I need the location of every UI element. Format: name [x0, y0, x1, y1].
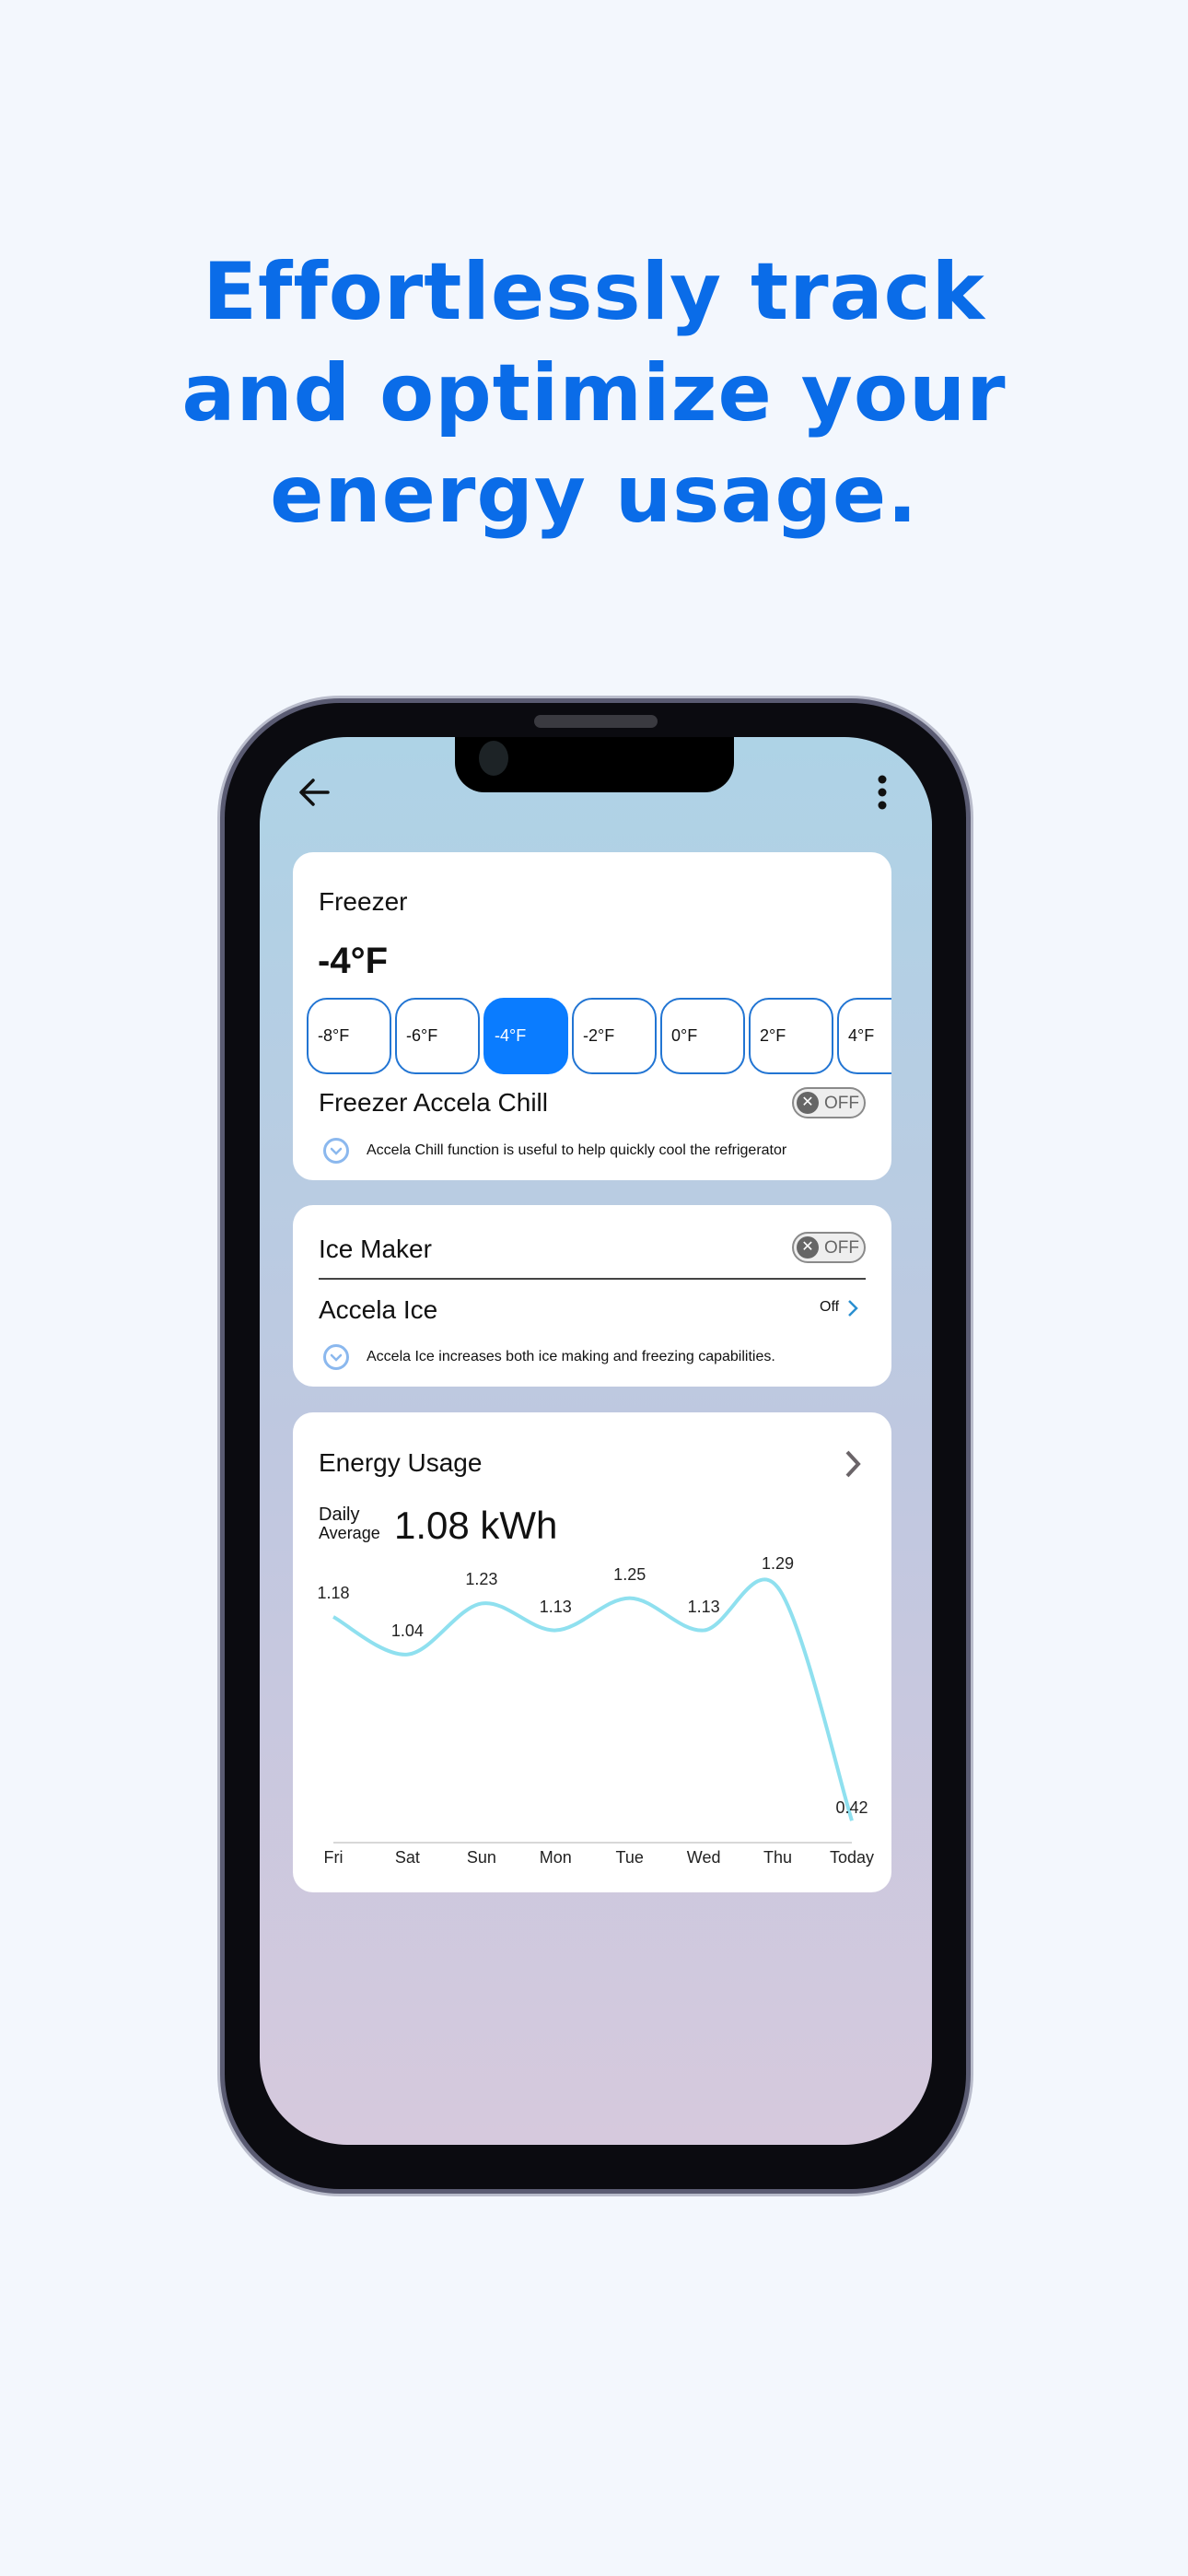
temp-option[interactable]: 2°F: [749, 998, 833, 1074]
ice-maker-toggle[interactable]: ✕ OFF: [792, 1232, 866, 1263]
divider: [319, 1278, 866, 1280]
x-tick-label: Sat: [394, 1848, 420, 1867]
chevron-down-circle-icon[interactable]: [323, 1344, 349, 1370]
headline-line-3: energy usage.: [270, 449, 918, 541]
temp-selector: -8°F -6°F -4°F -2°F 0°F 2°F 4°F: [293, 990, 891, 1083]
data-label: 1.18: [317, 1584, 350, 1602]
x-tick-label: Thu: [763, 1848, 793, 1867]
chevron-right-icon[interactable]: [842, 1448, 864, 1480]
x-tick-label: Mon: [539, 1848, 572, 1867]
chevron-right-icon[interactable]: [845, 1297, 860, 1319]
accela-chill-label: Freezer Accela Chill: [319, 1088, 548, 1117]
temp-option[interactable]: -2°F: [572, 998, 657, 1074]
temp-option[interactable]: 0°F: [660, 998, 745, 1074]
data-label: 1.04: [390, 1621, 424, 1640]
headline-line-1: Effortlessly track: [203, 246, 985, 338]
phone-mute-switch: [217, 1000, 225, 1055]
data-label: 1.23: [465, 1570, 498, 1589]
data-label: 1.25: [613, 1564, 646, 1584]
daily-label: Daily Average: [319, 1505, 380, 1542]
x-tick-label: Today: [829, 1848, 875, 1867]
freezer-title: Freezer: [319, 887, 408, 916]
accela-chill-toggle[interactable]: ✕ OFF: [792, 1087, 866, 1118]
accela-ice-label: Accela Ice: [319, 1295, 438, 1324]
x-tick-label: Fri: [323, 1848, 344, 1867]
temp-option[interactable]: -8°F: [307, 998, 391, 1074]
daily-label-line-2: Average: [319, 1524, 380, 1542]
ice-maker-label: Ice Maker: [319, 1235, 432, 1263]
toggle-state: OFF: [824, 1238, 859, 1258]
daily-average-value: 1.08 kWh: [394, 1504, 558, 1547]
back-arrow-icon[interactable]: [297, 774, 333, 811]
phone-volume-down: [217, 1248, 225, 1359]
x-tick-label: Tue: [615, 1848, 644, 1867]
toggle-state: OFF: [824, 1094, 859, 1113]
accela-ice-hint: Accela Ice increases both ice making and…: [367, 1349, 775, 1364]
headline-line-2: and optimize your: [181, 347, 1007, 439]
phone-speaker: [534, 715, 658, 728]
x-icon: ✕: [797, 1092, 819, 1114]
x-icon: ✕: [797, 1236, 819, 1259]
energy-title: Energy Usage: [319, 1448, 483, 1477]
kebab-menu-icon[interactable]: [873, 772, 891, 813]
phone-power-button: [966, 1147, 973, 1317]
freezer-current-temp: -4°F: [318, 941, 388, 981]
energy-card: [293, 1412, 891, 1892]
phone-camera: [479, 741, 508, 776]
accela-chill-hint: Accela Chill function is useful to help …: [367, 1142, 787, 1158]
x-tick-label: Sun: [466, 1848, 496, 1867]
daily-label-line-1: Daily: [319, 1505, 360, 1525]
x-tick-label: Wed: [686, 1848, 721, 1867]
data-label: 1.13: [687, 1597, 720, 1616]
chevron-down-circle-icon[interactable]: [323, 1138, 349, 1164]
accela-ice-status[interactable]: Off: [820, 1299, 839, 1316]
data-label: 0.42: [835, 1798, 868, 1818]
temp-option-selected[interactable]: -4°F: [483, 998, 568, 1074]
headline: Effortlessly track and optimize your ene…: [0, 241, 1188, 545]
temp-option[interactable]: -6°F: [395, 998, 480, 1074]
temp-option[interactable]: 4°F: [837, 998, 891, 1074]
phone-volume-up: [217, 1110, 225, 1216]
data-label: 1.29: [762, 1554, 795, 1573]
data-label: 1.13: [539, 1597, 572, 1616]
